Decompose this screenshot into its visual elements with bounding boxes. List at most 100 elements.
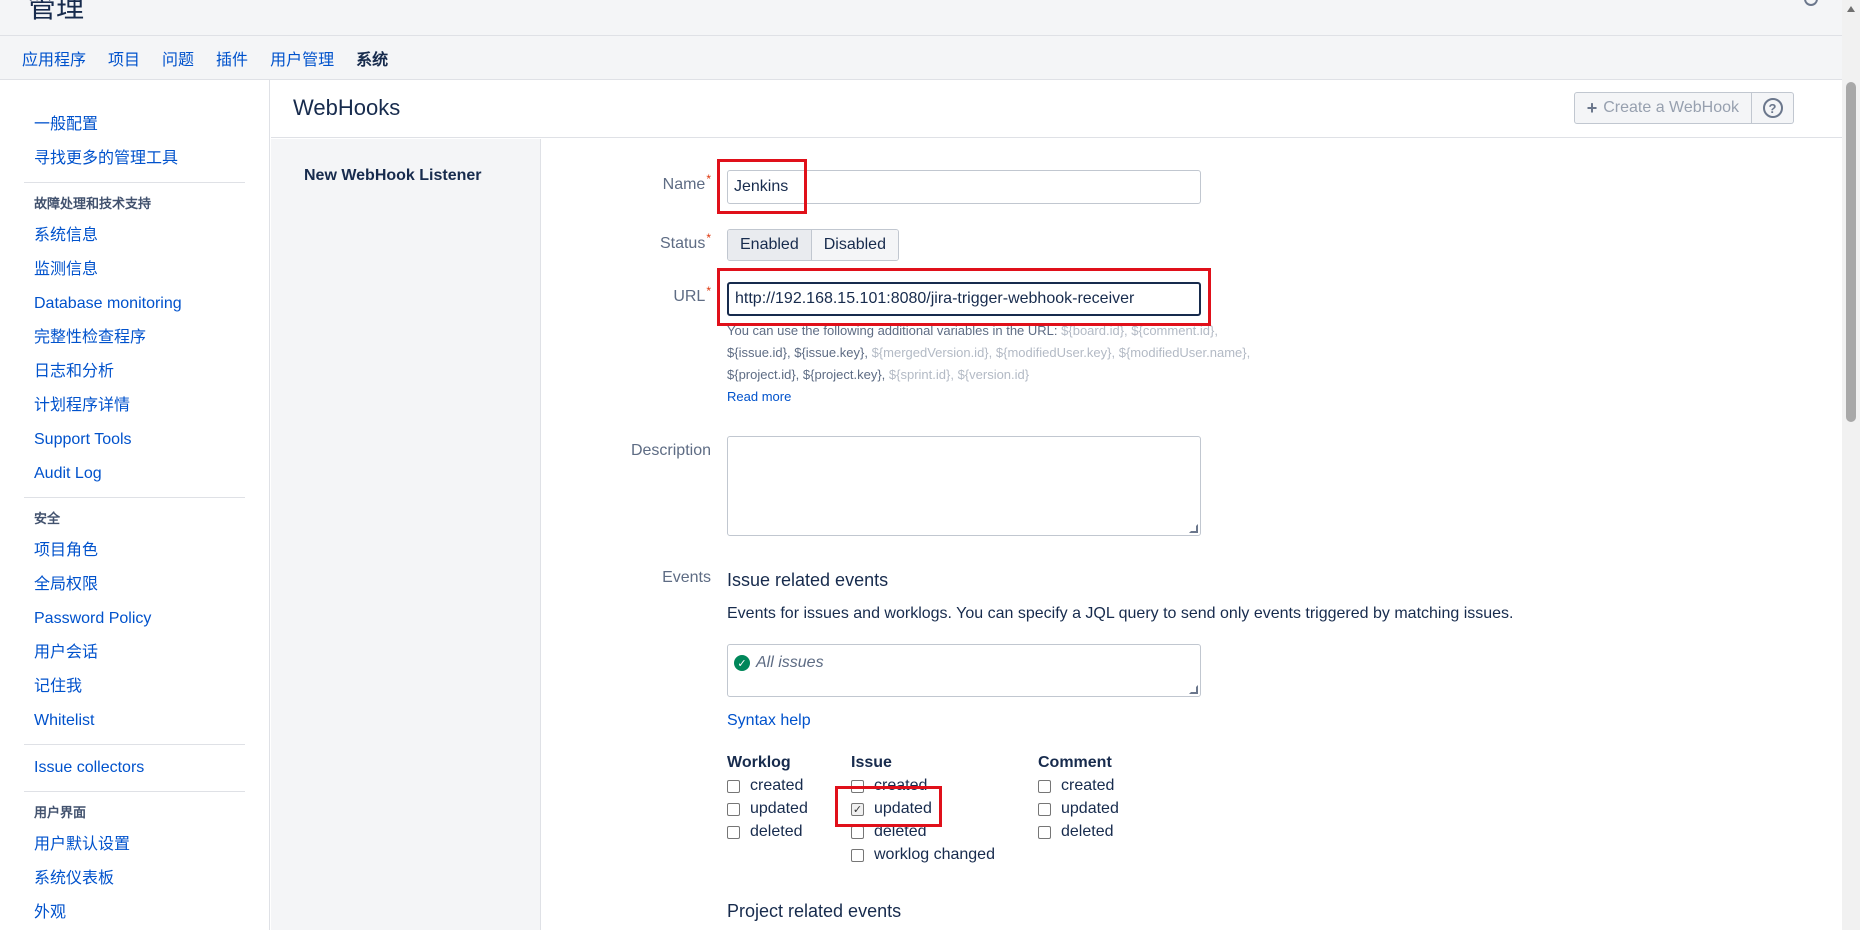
scroll-up-icon[interactable]: [1847, 6, 1855, 12]
status-label: Status*: [659, 231, 711, 252]
sidebar-divider: [24, 497, 245, 498]
checkbox-box[interactable]: [1038, 779, 1051, 793]
sidebar-item-issue-collectors[interactable]: Issue collectors: [24, 751, 245, 785]
comment-updated-checkbox[interactable]: updated: [1038, 798, 1119, 820]
sidebar-divider: [24, 744, 245, 745]
sidebar-item-find-admin-tools[interactable]: 寻找更多的管理工具: [24, 142, 245, 176]
sidebar-heading-security: 安全: [34, 511, 61, 526]
comment-heading: Comment: [1038, 754, 1112, 771]
resize-handle-icon[interactable]: [1189, 524, 1198, 533]
sidebar-divider: [24, 791, 245, 792]
issue-heading: Issue: [851, 754, 892, 771]
sidebar-item-monitoring[interactable]: 监测信息: [24, 253, 245, 287]
sidebar-item-support-tools[interactable]: Support Tools: [24, 423, 245, 457]
sidebar-item-scheduler[interactable]: 计划程序详情: [24, 389, 245, 423]
sidebar-heading-ui: 用户界面: [34, 805, 87, 820]
issue-updated-checkbox[interactable]: ✓ updated: [851, 798, 932, 820]
page-title: WebHooks: [293, 95, 401, 120]
header-actions: + Create a WebHook ?: [1573, 92, 1794, 124]
status-disabled-button[interactable]: Disabled: [811, 230, 898, 260]
status-enabled-button[interactable]: Enabled: [728, 230, 812, 260]
nav-applications[interactable]: 应用程序: [22, 46, 86, 70]
page-header: WebHooks + Create a WebHook ?: [271, 80, 1842, 138]
worklog-updated-checkbox[interactable]: updated: [727, 798, 808, 820]
nav-issues[interactable]: 问题: [162, 46, 194, 70]
sidebar-item-system-info[interactable]: 系统信息: [24, 219, 245, 253]
webhook-form: Name* Jenkins Status* Enabled Disabled U…: [541, 139, 1842, 930]
check-icon[interactable]: ✓: [851, 802, 864, 816]
jql-placeholder: All issues: [756, 654, 824, 671]
sidebar-heading-troubleshooting: 故障处理和技术支持: [34, 196, 152, 211]
worklog-created-checkbox[interactable]: created: [727, 775, 803, 797]
syntax-help-link[interactable]: Syntax help: [727, 712, 811, 730]
checkbox-box[interactable]: [1038, 825, 1051, 839]
jql-input[interactable]: ✓ All issues: [727, 644, 1201, 697]
worklog-heading: Worklog: [727, 754, 791, 771]
create-webhook-label: Create a WebHook: [1603, 99, 1739, 116]
name-label: Name*: [662, 172, 711, 193]
resize-handle-icon[interactable]: [1189, 685, 1198, 694]
plus-icon: +: [1586, 97, 1598, 118]
checkbox-box[interactable]: [727, 825, 740, 839]
issue-events-description: Events for issues and worklogs. You can …: [727, 605, 1514, 622]
sidebar-item-remember-me[interactable]: 记住我: [24, 670, 245, 704]
checkbox-box[interactable]: [727, 802, 740, 816]
sidebar-item-logging[interactable]: 日志和分析: [24, 355, 245, 389]
url-hint: You can use the following additional var…: [727, 323, 1251, 404]
sidebar-item-user-defaults[interactable]: 用户默认设置: [24, 828, 245, 862]
required-mark: *: [706, 284, 711, 298]
scroll-thumb[interactable]: [1846, 82, 1856, 422]
search-icon[interactable]: [1804, 0, 1818, 6]
sidebar-item-look-and-feel[interactable]: 外观: [24, 896, 245, 930]
issue-deleted-checkbox[interactable]: deleted: [851, 821, 927, 843]
sidebar-item-system-dashboard[interactable]: 系统仪表板: [24, 862, 245, 896]
admin-title: 管理: [28, 0, 85, 23]
checkbox-box[interactable]: [851, 779, 864, 793]
required-mark: *: [706, 172, 711, 186]
description-textarea[interactable]: [727, 436, 1201, 536]
top-header: 管理: [0, 0, 1842, 36]
sidebar-item-integrity-checker[interactable]: 完整性检查程序: [24, 321, 245, 355]
admin-nav: 应用程序 项目 问题 插件 用户管理 系统: [0, 36, 1842, 80]
required-mark: *: [706, 231, 711, 245]
comment-deleted-checkbox[interactable]: deleted: [1038, 821, 1114, 843]
checkbox-box[interactable]: [1038, 802, 1051, 816]
create-webhook-button[interactable]: + Create a WebHook: [1573, 92, 1752, 124]
events-label: Events: [662, 569, 711, 586]
listener-panel: New WebHook Listener: [271, 139, 541, 930]
nav-system[interactable]: 系统: [356, 46, 388, 70]
name-input[interactable]: Jenkins: [727, 170, 1201, 204]
status-toggle: Enabled Disabled: [727, 229, 899, 261]
sidebar-item-user-sessions[interactable]: 用户会话: [24, 636, 245, 670]
sidebar-item-global-permissions[interactable]: 全局权限: [24, 568, 245, 602]
admin-sidebar: 一般配置 寻找更多的管理工具 故障处理和技术支持 系统信息 监测信息 Datab…: [0, 80, 270, 930]
worklog-deleted-checkbox[interactable]: deleted: [727, 821, 803, 843]
sidebar-item-database-monitoring[interactable]: Database monitoring: [24, 287, 245, 321]
nav-plugins[interactable]: 插件: [216, 46, 248, 70]
comment-created-checkbox[interactable]: created: [1038, 775, 1114, 797]
sidebar-item-general-config[interactable]: 一般配置: [24, 108, 245, 142]
question-icon: ?: [1762, 98, 1783, 118]
description-label: Description: [630, 442, 711, 459]
check-circle-icon: ✓: [734, 655, 750, 671]
issue-events-title: Issue related events: [727, 570, 889, 590]
checkbox-box[interactable]: [851, 825, 864, 839]
issue-created-checkbox[interactable]: created: [851, 775, 927, 797]
issue-worklog-changed-checkbox[interactable]: worklog changed: [851, 844, 995, 866]
project-events-title: Project related events: [727, 901, 902, 921]
checkbox-box[interactable]: [727, 779, 740, 793]
sidebar-item-whitelist[interactable]: Whitelist: [24, 704, 245, 738]
sidebar-item-password-policy[interactable]: Password Policy: [24, 602, 245, 636]
checkbox-box[interactable]: [851, 848, 864, 862]
help-button[interactable]: ?: [1752, 92, 1794, 124]
url-input[interactable]: http://192.168.15.101:8080/jira-trigger-…: [727, 282, 1201, 316]
page-scrollbar[interactable]: [1842, 0, 1860, 930]
new-listener-title: New WebHook Listener: [304, 167, 482, 184]
sidebar-item-project-roles[interactable]: 项目角色: [24, 534, 245, 568]
read-more-link[interactable]: Read more: [727, 389, 791, 404]
nav-user-management[interactable]: 用户管理: [270, 46, 334, 70]
sidebar-item-audit-log[interactable]: Audit Log: [24, 457, 245, 491]
nav-projects[interactable]: 项目: [108, 46, 140, 70]
sidebar-divider: [24, 182, 245, 183]
url-label: URL*: [673, 284, 711, 305]
